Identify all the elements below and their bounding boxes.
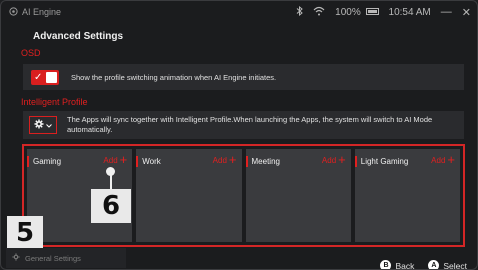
system-status: 100% 10:54 AM — ✕ [296,1,477,23]
profile-name: Work [142,157,161,166]
add-label: Add [431,155,446,165]
b-button-icon: B [380,260,392,269]
profile-card-meeting: Meeting Add + [245,149,351,242]
callout-number-6: 6 [91,189,131,223]
accent-bar [136,156,139,167]
select-label: Select [443,260,467,270]
add-app-button[interactable]: Add + [103,152,128,167]
chevron-down-icon [46,120,52,131]
add-label: Add [103,155,118,165]
page-title: Advanced Settings [33,31,124,42]
osd-section-label: OSD [21,48,41,58]
plus-icon: + [119,152,128,167]
back-hint[interactable]: B Back [380,260,415,270]
intelligent-profile-row: The Apps will sync together with Intelli… [23,111,464,139]
add-app-button[interactable]: Add + [321,152,346,167]
check-icon: ✓ [34,71,43,83]
profile-name: Light Gaming [360,157,409,166]
clock: 10:54 AM [388,6,431,18]
toggle-knob [46,71,57,83]
profile-card-light-gaming: Light Gaming Add + [354,149,460,242]
ai-engine-logo-icon [9,6,18,18]
plus-icon: + [338,152,346,167]
profile-name: Meeting [251,157,280,166]
app-name: AI Engine [22,7,62,17]
battery-percent: 100% [335,6,361,18]
select-hint[interactable]: A Select [428,260,467,270]
osd-description: Show the profile switching animation whe… [71,72,277,82]
bluetooth-icon [296,5,303,19]
add-app-button[interactable]: Add + [212,152,237,167]
profile-cards: Gaming Add + Work Add + Meeting Add + Li… [22,144,465,247]
osd-row: ✓ Show the profile switching animation w… [23,64,464,90]
general-settings-label: General Settings [25,253,81,263]
accent-bar [27,156,29,167]
minimize-button[interactable]: — [441,6,452,18]
app-title: AI Engine [9,6,62,18]
osd-toggle[interactable]: ✓ [31,69,59,85]
ai-engine-window: AI Engine 100% 10:54 AM — ✕ Advanced Set… [0,0,478,270]
a-button-icon: A [428,260,440,269]
callout-pointer-line [110,171,112,189]
profile-card-work: Work Add + [136,149,242,242]
controller-hints: B Back A Select [372,260,467,270]
plus-icon: + [447,152,455,167]
title-bar: AI Engine 100% 10:54 AM — ✕ [1,1,477,23]
profile-name: Gaming [33,157,62,166]
plus-icon: + [228,152,237,167]
battery-status: 100% [335,6,379,18]
add-label: Add [321,155,337,165]
back-label: Back [395,260,415,270]
intelligent-profile-section-label: Intelligent Profile [21,97,88,107]
close-button[interactable]: ✕ [462,6,471,19]
settings-gear-icon [12,253,20,263]
wifi-icon [313,6,325,19]
add-label: Add [212,155,227,165]
gear-icon [34,119,44,132]
accent-bar [354,156,357,167]
general-settings-item[interactable]: General Settings [6,248,126,268]
accent-bar [245,156,248,167]
add-app-button[interactable]: Add + [431,152,455,167]
callout-number-5: 5 [7,216,43,249]
profile-mode-dropdown[interactable] [29,116,57,134]
intelligent-profile-description: The Apps will sync together with Intelli… [67,115,433,134]
battery-icon [365,7,379,15]
